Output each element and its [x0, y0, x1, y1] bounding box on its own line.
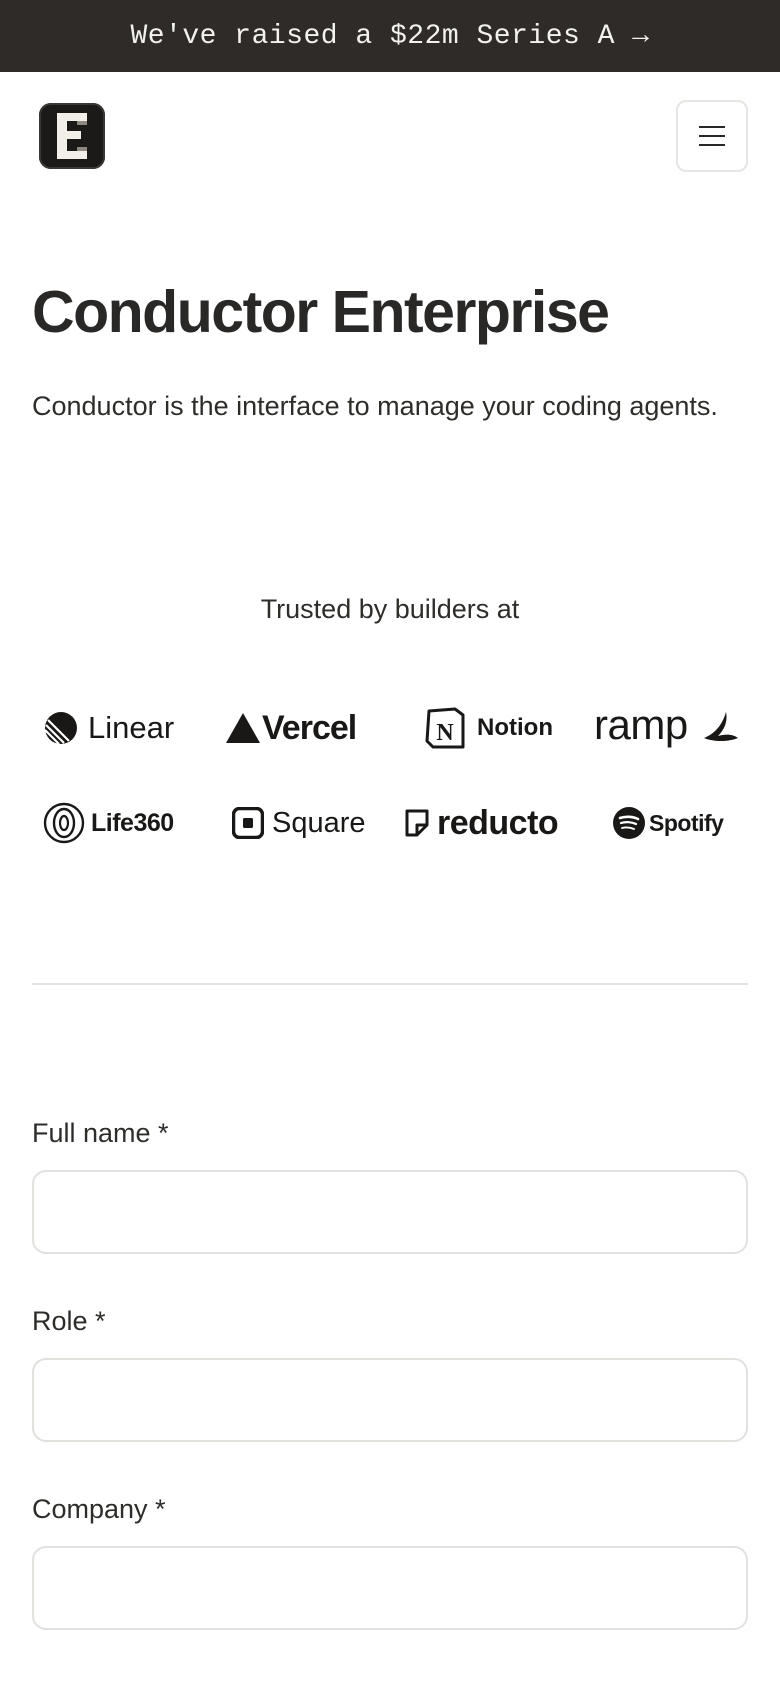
conductor-logo-icon	[57, 113, 87, 159]
vercel-triangle-icon	[226, 713, 260, 743]
spotify-icon	[613, 807, 645, 839]
logo-label: reducto	[437, 803, 559, 842]
linear-icon	[44, 712, 77, 745]
logo-square: Square	[232, 805, 366, 841]
reducto-icon	[405, 809, 429, 837]
logo-label: Life360	[91, 808, 174, 837]
logo-label: Spotify	[649, 809, 724, 836]
full-name-label: Full name *	[32, 1118, 169, 1148]
page-subtitle: Conductor is the interface to manage you…	[32, 391, 718, 421]
section-divider	[32, 983, 748, 985]
svg-text:N: N	[436, 720, 454, 746]
logo-label: Square	[272, 806, 366, 839]
role-label: Role *	[32, 1306, 106, 1336]
trusted-heading: Trusted by builders at	[260, 594, 520, 624]
page-title: Conductor Enterprise	[32, 279, 610, 345]
conductor-logo[interactable]	[39, 103, 105, 169]
logo-label: Vercel	[262, 708, 357, 747]
logo-label: Linear	[88, 710, 175, 745]
hamburger-menu-icon	[699, 126, 725, 146]
square-icon	[232, 807, 264, 839]
ramp-wing-icon	[703, 712, 738, 741]
logo-linear: Linear	[44, 708, 174, 748]
logo-vercel: Vercel	[226, 706, 357, 750]
life360-icon	[43, 802, 85, 844]
company-label: Company *	[32, 1494, 166, 1524]
menu-button[interactable]	[676, 100, 748, 172]
logo-notion: N Notion	[425, 706, 553, 750]
role-field[interactable]	[32, 1358, 748, 1442]
logo-label: ramp	[594, 701, 688, 748]
announcement-banner-link[interactable]: We've raised a $22m Series A →	[0, 0, 780, 72]
company-field[interactable]	[32, 1546, 748, 1630]
notion-icon: N	[425, 707, 465, 749]
logo-spotify: Spotify	[613, 806, 724, 840]
logo-ramp: ramp	[594, 700, 740, 750]
logo-reducto: reducto	[405, 802, 559, 844]
full-name-field[interactable]	[32, 1170, 748, 1254]
logo-label: Notion	[477, 714, 553, 741]
logo-life360: Life360	[43, 801, 174, 845]
